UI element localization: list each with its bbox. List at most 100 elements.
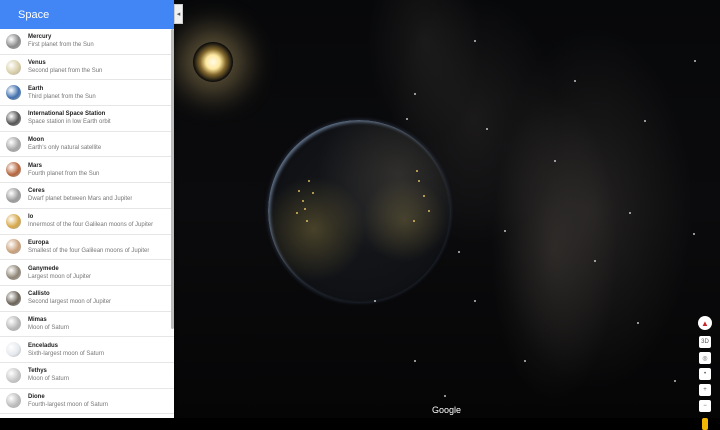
item-name: Mercury xyxy=(28,34,52,41)
list-item[interactable]: Earth Third planet from the Sun xyxy=(0,80,174,107)
chevron-left-icon: ◂ xyxy=(176,11,181,18)
pegman-icon[interactable] xyxy=(702,418,708,430)
item-name: Dione xyxy=(28,393,45,400)
recenter-button[interactable]: • xyxy=(699,368,711,380)
item-texts: Mercury First planet from the Sun xyxy=(28,33,94,49)
planet-thumbnail xyxy=(6,393,21,409)
list-item[interactable]: Ceres Dwarf planet between Mars and Jupit… xyxy=(0,183,174,209)
item-name: Ceres xyxy=(28,188,45,195)
item-name: Moon xyxy=(28,137,44,144)
star xyxy=(693,233,695,235)
star xyxy=(458,251,460,253)
compass-button[interactable]: ▲ xyxy=(698,316,712,330)
star xyxy=(637,322,639,324)
item-description: Space station in low Earth orbit xyxy=(28,119,111,126)
side-panel: Space Mercury First planet from the Sun Ve… xyxy=(0,0,174,418)
star xyxy=(406,118,408,120)
star xyxy=(554,160,556,162)
list-item[interactable]: Europa Smallest of the four Galilean moon… xyxy=(0,235,174,261)
item-name: Tethys xyxy=(28,368,47,375)
map-controls: ▲ 3D ◎ • + − xyxy=(698,316,712,430)
star xyxy=(504,230,506,232)
planet-thumbnail xyxy=(6,59,21,75)
star xyxy=(644,120,646,122)
item-description: Third planet from the Sun xyxy=(28,93,96,100)
star xyxy=(444,395,446,397)
item-description: Second planet from the Sun xyxy=(28,68,103,75)
item-texts: Moon Earth's only natural satellite xyxy=(28,136,101,152)
list-item[interactable]: Mercury First planet from the Sun xyxy=(0,29,174,55)
planet-thumbnail xyxy=(6,162,21,178)
planet-thumbnail xyxy=(6,316,21,332)
star xyxy=(474,40,476,42)
item-name: Ganymede xyxy=(28,265,59,272)
item-texts: Ceres Dwarf planet between Mars and Jupit… xyxy=(28,187,132,203)
item-name: Mars xyxy=(28,162,43,169)
city-light xyxy=(423,195,425,197)
item-texts: Earth Third planet from the Sun xyxy=(28,85,96,101)
list-item[interactable]: International Space Station Space station… xyxy=(0,106,174,132)
list-item[interactable]: Callisto Second largest moon of Jupiter xyxy=(0,286,174,312)
planet-thumbnail xyxy=(6,367,21,383)
zoom-out-button[interactable]: − xyxy=(699,400,711,412)
globe-view-button[interactable]: ◎ xyxy=(699,352,711,364)
star xyxy=(414,93,416,95)
item-texts: Mars Fourth planet from the Sun xyxy=(28,162,99,178)
item-name: Earth xyxy=(28,85,44,92)
plus-icon: + xyxy=(703,387,707,393)
item-description: Smallest of the four Galilean moons of J… xyxy=(28,247,150,254)
item-name: Enceladus xyxy=(28,342,59,349)
3d-label: 3D xyxy=(701,339,709,345)
list-item[interactable]: Tethys Moon of Saturn xyxy=(0,363,174,389)
earth-globe[interactable] xyxy=(268,120,450,302)
scrollbar[interactable] xyxy=(171,29,174,329)
item-description: Sixth-largest moon of Saturn xyxy=(28,350,105,357)
list-item[interactable]: Ganymede Largest moon of Jupiter xyxy=(0,260,174,286)
star xyxy=(486,128,488,130)
city-light xyxy=(302,200,304,202)
zoom-in-button[interactable]: + xyxy=(699,384,711,396)
item-texts: Dione Fourth-largest moon of Saturn xyxy=(28,393,108,409)
list-item[interactable]: Venus Second planet from the Sun xyxy=(0,55,174,81)
globe-icon: ◎ xyxy=(702,355,708,362)
star xyxy=(524,360,526,362)
list-item[interactable]: Mars Fourth planet from the Sun xyxy=(0,157,174,184)
list-item[interactable]: Io Innermost of the four Galilean moons o… xyxy=(0,209,174,235)
planet-thumbnail xyxy=(6,33,21,49)
item-description: Dwarf planet between Mars and Jupiter xyxy=(28,196,133,203)
list-item[interactable]: Enceladus Sixth-largest moon of Saturn xyxy=(0,337,174,363)
star xyxy=(694,60,696,62)
planet-thumbnail xyxy=(6,110,21,126)
item-description: Fourth-largest moon of Saturn xyxy=(28,401,109,408)
star xyxy=(629,212,631,214)
panel-title: Space xyxy=(18,8,50,21)
list-item[interactable]: Moon Earth's only natural satellite xyxy=(0,132,174,158)
planet-thumbnail xyxy=(6,265,21,281)
city-light xyxy=(306,220,308,222)
sun xyxy=(193,42,233,82)
item-texts: Enceladus Sixth-largest moon of Saturn xyxy=(28,342,104,358)
star xyxy=(594,260,596,262)
star xyxy=(414,360,416,362)
minus-icon: − xyxy=(703,403,707,409)
planet-thumbnail xyxy=(6,187,21,203)
star xyxy=(374,300,376,302)
panel-header: Space xyxy=(0,0,174,29)
city-light xyxy=(416,170,418,172)
item-texts: International Space Station Space station… xyxy=(28,110,111,126)
city-light xyxy=(298,190,300,192)
item-description: Earth's only natural satellite xyxy=(28,145,102,152)
item-texts: Venus Second planet from the Sun xyxy=(28,59,102,75)
list-item[interactable]: Dione Fourth-largest moon of Saturn xyxy=(0,389,174,415)
3d-toggle-button[interactable]: 3D xyxy=(699,336,711,348)
space-view[interactable] xyxy=(174,0,720,418)
planet-thumbnail xyxy=(6,290,21,306)
list-item[interactable]: Mimas Moon of Saturn xyxy=(0,312,174,338)
city-light xyxy=(308,180,310,182)
location-icon: • xyxy=(703,371,707,377)
star xyxy=(474,300,476,302)
item-name: International Space Station xyxy=(28,111,106,118)
item-name: Io xyxy=(28,214,34,221)
item-description: Fourth planet from the Sun xyxy=(28,170,100,177)
collapse-panel-button[interactable]: ◂ xyxy=(174,4,183,24)
